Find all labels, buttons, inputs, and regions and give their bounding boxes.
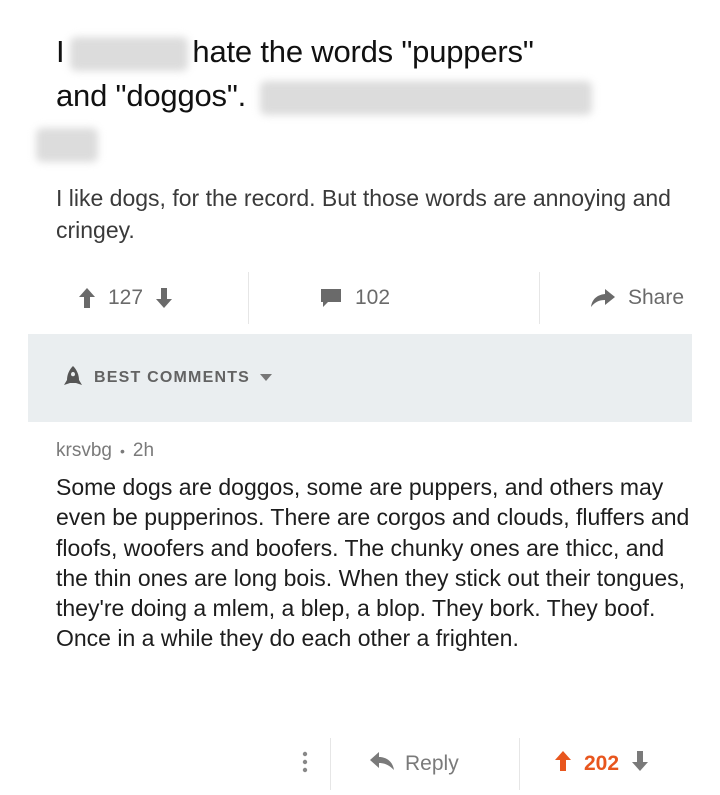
redacted-text xyxy=(260,80,593,115)
comment-score: 202 xyxy=(584,752,620,775)
upvote-arrow-icon[interactable] xyxy=(78,287,96,309)
comment-count: 102 xyxy=(355,286,391,309)
comments-button[interactable]: 102 xyxy=(249,286,539,310)
share-arrow-icon xyxy=(590,287,616,309)
post-body: I like dogs, for the record. But those w… xyxy=(56,185,671,243)
comment-actions: Reply 202 xyxy=(280,738,700,790)
post-title[interactable]: Ihate the words "puppers" and "doggos". xyxy=(36,30,676,162)
caret-down-icon xyxy=(260,369,273,387)
comment-body: Some dogs are doggos, some are puppers, … xyxy=(56,474,690,652)
comments-sort-bar: BEST COMMENTS xyxy=(28,334,692,422)
comment-meta: krsvbg • 2h xyxy=(56,440,696,462)
vertical-dots-icon xyxy=(302,751,308,778)
meta-separator: • xyxy=(119,443,125,459)
more-options-button[interactable] xyxy=(280,751,330,778)
sort-dropdown[interactable]: BEST COMMENTS xyxy=(62,365,273,392)
comment-author[interactable]: krsvbg xyxy=(56,440,112,462)
sort-label: BEST COMMENTS xyxy=(94,369,251,386)
comment: krsvbg • 2h Some dogs are doggos, some a… xyxy=(56,440,696,654)
redacted-text xyxy=(70,36,189,71)
downvote-arrow-icon[interactable] xyxy=(631,750,649,778)
comment-vote-controls: 202 xyxy=(520,750,649,778)
title-prefix: I xyxy=(56,34,65,69)
post-actions: 127 102 Share xyxy=(56,270,720,326)
comment-age: 2h xyxy=(132,440,155,461)
redacted-text xyxy=(36,127,98,162)
post: Ihate the words "puppers" and "doggos". … xyxy=(36,30,684,324)
title-main: hate the words "puppers" xyxy=(192,34,534,69)
vote-controls: 127 xyxy=(56,286,248,310)
share-button[interactable]: Share xyxy=(540,286,684,310)
downvote-arrow-icon[interactable] xyxy=(155,287,173,309)
reply-arrow-icon xyxy=(369,751,395,777)
upvote-count: 127 xyxy=(108,286,144,309)
upvote-arrow-icon[interactable] xyxy=(554,750,572,778)
title-line2: and "doggos". xyxy=(56,78,247,113)
share-label: Share xyxy=(628,286,685,309)
reply-button[interactable]: Reply xyxy=(331,751,519,777)
reply-label: Reply xyxy=(405,752,459,775)
comment-bubble-icon xyxy=(319,287,343,309)
rocket-icon xyxy=(62,365,84,392)
